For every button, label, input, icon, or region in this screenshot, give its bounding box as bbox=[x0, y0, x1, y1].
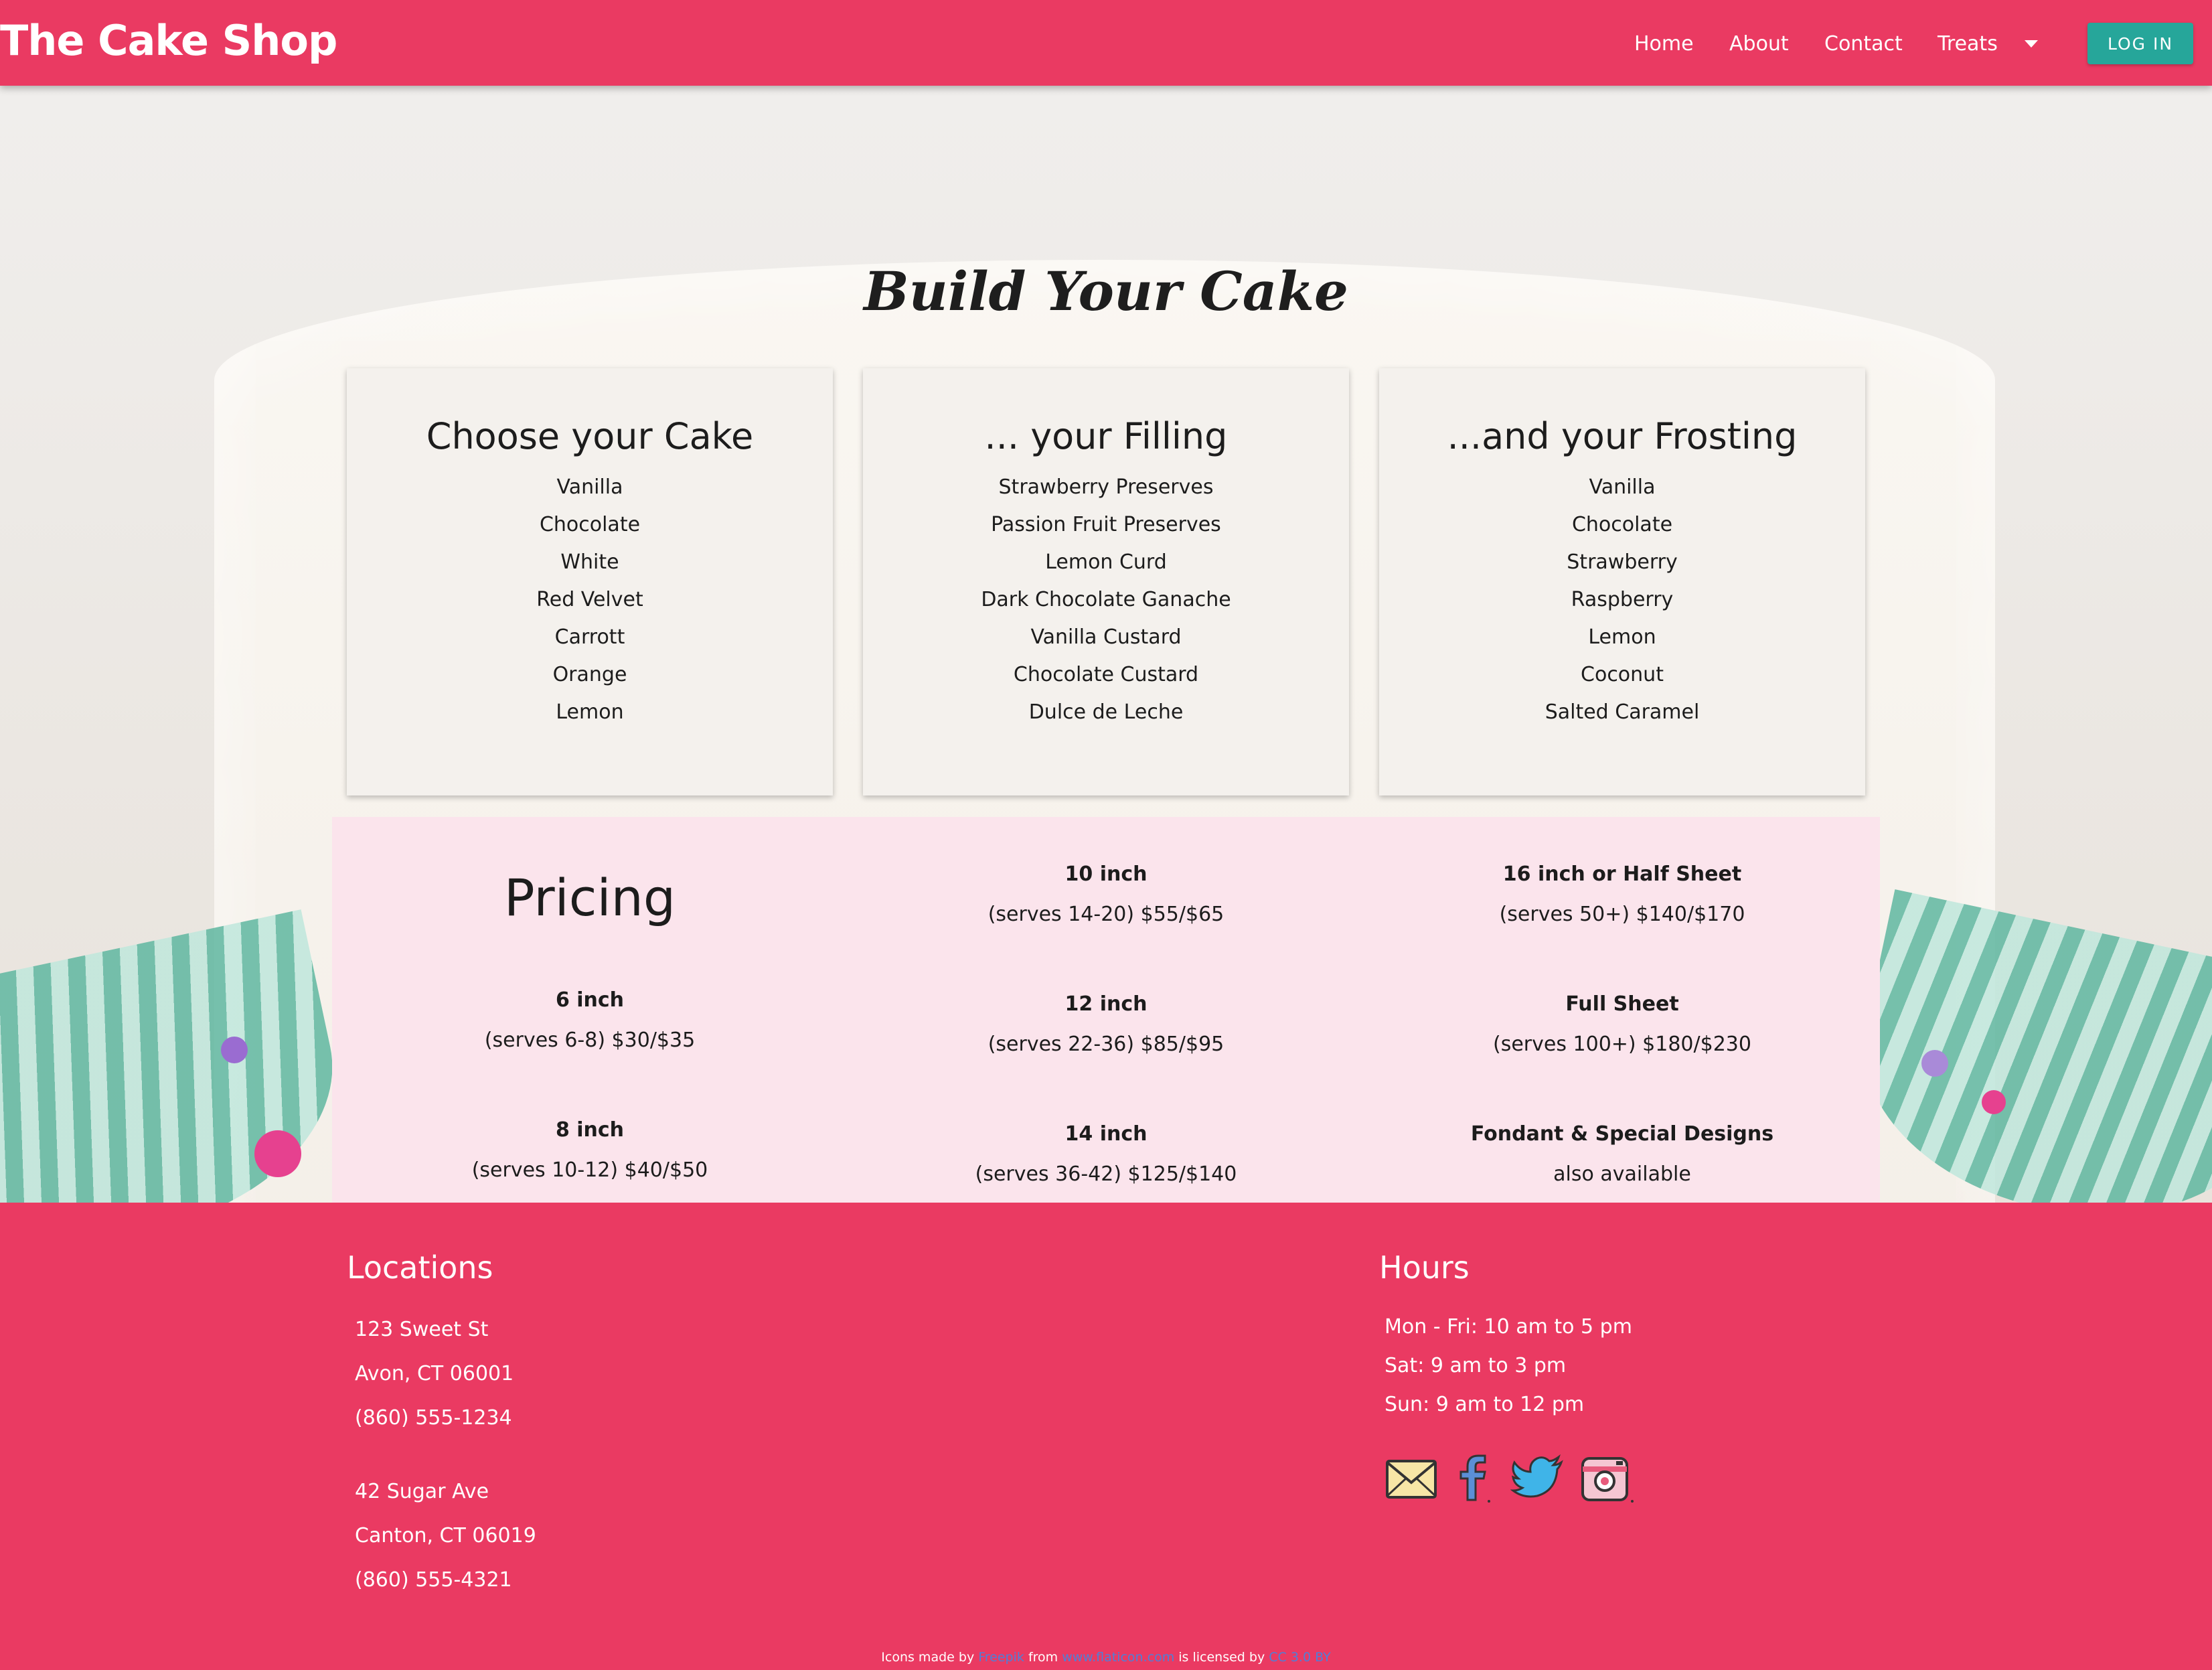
list-item: Vanilla bbox=[1589, 475, 1656, 499]
list-item: Lemon bbox=[556, 700, 624, 724]
price-item: 8 inch (serves 10-12) $40/$50 bbox=[332, 1117, 848, 1184]
location-1-city: Avon, CT 06001 bbox=[355, 1362, 514, 1385]
price-size: Full Sheet bbox=[1565, 992, 1679, 1016]
list-item: Passion Fruit Preserves bbox=[991, 513, 1221, 536]
hours-saturday: Sat: 9 am to 3 pm bbox=[1385, 1354, 1567, 1377]
location-2-city: Canton, CT 06019 bbox=[355, 1524, 536, 1547]
credits-license-link[interactable]: CC 3.0 BY bbox=[1269, 1650, 1330, 1665]
list-item: Orange bbox=[552, 663, 627, 686]
credits-licensed: is licensed by bbox=[1178, 1650, 1265, 1665]
price-item: Full Sheet (serves 100+) $180/$230 bbox=[1364, 991, 1880, 1058]
credits-prefix: Icons made by bbox=[881, 1650, 975, 1665]
price-size: 8 inch bbox=[555, 1118, 625, 1142]
price-item: 10 inch (serves 14-20) $55/$65 bbox=[848, 861, 1364, 928]
mail-icon[interactable] bbox=[1385, 1452, 1438, 1505]
list-item: Dulce de Leche bbox=[1028, 700, 1184, 724]
price-detail: also available bbox=[1553, 1162, 1691, 1186]
nav-link-home[interactable]: Home bbox=[1634, 29, 1694, 59]
price-size: 6 inch bbox=[555, 988, 625, 1012]
hours-sunday: Sun: 9 am to 12 pm bbox=[1385, 1393, 1585, 1416]
price-size: 10 inch bbox=[1064, 862, 1148, 886]
price-size: Fondant & Special Designs bbox=[1470, 1122, 1774, 1146]
sprinkle-decoration bbox=[254, 1130, 301, 1177]
page-title: Build Your Cake bbox=[864, 260, 1348, 323]
list-item: Coconut bbox=[1581, 663, 1664, 686]
chevron-down-icon[interactable] bbox=[2025, 40, 2038, 48]
nav-link-about[interactable]: About bbox=[1729, 29, 1789, 59]
list-item: Dark Chocolate Ganache bbox=[981, 588, 1231, 611]
list-item: Lemon Curd bbox=[1045, 550, 1167, 574]
price-detail: (serves 50+) $140/$170 bbox=[1499, 903, 1745, 926]
price-detail: (serves 10-12) $40/$50 bbox=[471, 1158, 708, 1182]
instagram-icon[interactable] bbox=[1579, 1452, 1635, 1505]
list-item: Strawberry Preserves bbox=[998, 475, 1214, 499]
price-item: 14 inch (serves 36-42) $125/$140 bbox=[848, 1121, 1364, 1188]
nav-link-contact[interactable]: Contact bbox=[1824, 29, 1903, 59]
price-size: 14 inch bbox=[1064, 1122, 1148, 1146]
price-detail: (serves 22-36) $85/$95 bbox=[988, 1033, 1224, 1056]
hero-section: Build Your Cake Choose your Cake Vanilla… bbox=[0, 86, 2212, 1204]
sprinkle-decoration bbox=[1982, 1090, 2006, 1114]
price-size: 12 inch bbox=[1064, 992, 1148, 1016]
pricing-title: Pricing bbox=[503, 868, 676, 927]
credits-site-link[interactable]: www.flaticon.com bbox=[1062, 1650, 1174, 1665]
navbar: The Cake Shop Home About Contact Treats … bbox=[0, 0, 2212, 86]
list-item: Salted Caramel bbox=[1545, 700, 1700, 724]
price-detail: (serves 6-8) $30/$35 bbox=[484, 1029, 696, 1052]
sprinkle-decoration bbox=[221, 1037, 248, 1063]
icon-credits: Icons made by Freepik from www.flaticon.… bbox=[0, 1650, 2212, 1665]
location-2-phone: (860) 555-4321 bbox=[355, 1568, 512, 1592]
sprinkle-decoration bbox=[1921, 1050, 1948, 1077]
price-detail: (serves 14-20) $55/$65 bbox=[988, 903, 1224, 926]
location-1-street: 123 Sweet St bbox=[355, 1318, 489, 1341]
price-item: 16 inch or Half Sheet (serves 50+) $140/… bbox=[1364, 861, 1880, 928]
hours-weekday: Mon - Fri: 10 am to 5 pm bbox=[1385, 1315, 1632, 1339]
price-detail: (serves 100+) $180/$230 bbox=[1493, 1033, 1751, 1056]
list-item: Strawberry bbox=[1567, 550, 1678, 574]
locations-heading: Locations bbox=[347, 1249, 493, 1286]
list-item: Vanilla bbox=[556, 475, 623, 499]
nav-link-treats[interactable]: Treats bbox=[1938, 29, 1998, 59]
list-item: Chocolate bbox=[539, 513, 641, 536]
list-item: Vanilla Custard bbox=[1030, 625, 1182, 649]
filling-options-list: Strawberry Preserves Passion Fruit Prese… bbox=[863, 469, 1349, 731]
pricing-section: Pricing 6 inch (serves 6-8) $30/$35 8 in… bbox=[332, 817, 1880, 1204]
card-filling: ... your Filling Strawberry Preserves Pa… bbox=[863, 368, 1349, 795]
location-2-street: 42 Sugar Ave bbox=[355, 1480, 489, 1503]
list-item: Chocolate bbox=[1571, 513, 1673, 536]
twitter-icon[interactable] bbox=[1510, 1452, 1567, 1505]
login-button[interactable]: LOG IN bbox=[2087, 23, 2193, 64]
list-item: Raspberry bbox=[1571, 588, 1674, 611]
nav-links: Home About Contact Treats bbox=[0, 29, 2212, 59]
card-title: ... your Filling bbox=[984, 415, 1228, 457]
card-title: ...and your Frosting bbox=[1447, 415, 1798, 457]
price-size: 16 inch or Half Sheet bbox=[1502, 862, 1742, 886]
card-cake: Choose your Cake Vanilla Chocolate White… bbox=[347, 368, 833, 795]
list-item: Carrott bbox=[554, 625, 625, 649]
list-item: Red Velvet bbox=[536, 588, 643, 611]
price-item: Fondant & Special Designs also available bbox=[1364, 1121, 1880, 1188]
cake-options-list: Vanilla Chocolate White Red Velvet Carro… bbox=[347, 469, 833, 731]
location-1-phone: (860) 555-1234 bbox=[355, 1406, 512, 1430]
facebook-icon[interactable] bbox=[1453, 1452, 1493, 1505]
price-item: 6 inch (serves 6-8) $30/$35 bbox=[332, 987, 848, 1054]
list-item: Lemon bbox=[1588, 625, 1656, 649]
price-item: 12 inch (serves 22-36) $85/$95 bbox=[848, 991, 1364, 1058]
list-item: White bbox=[560, 550, 619, 574]
list-item: Chocolate Custard bbox=[1013, 663, 1199, 686]
frosting-options-list: Vanilla Chocolate Strawberry Raspberry L… bbox=[1379, 469, 1865, 731]
credits-author-link[interactable]: Freepik bbox=[978, 1650, 1024, 1665]
footer: Locations 123 Sweet St Avon, CT 06001 (8… bbox=[0, 1203, 2212, 1670]
hours-heading: Hours bbox=[1379, 1249, 1470, 1286]
card-frosting: ...and your Frosting Vanilla Chocolate S… bbox=[1379, 368, 1865, 795]
card-title: Choose your Cake bbox=[426, 415, 754, 457]
price-detail: (serves 36-42) $125/$140 bbox=[975, 1162, 1237, 1186]
credits-from: from bbox=[1028, 1650, 1058, 1665]
